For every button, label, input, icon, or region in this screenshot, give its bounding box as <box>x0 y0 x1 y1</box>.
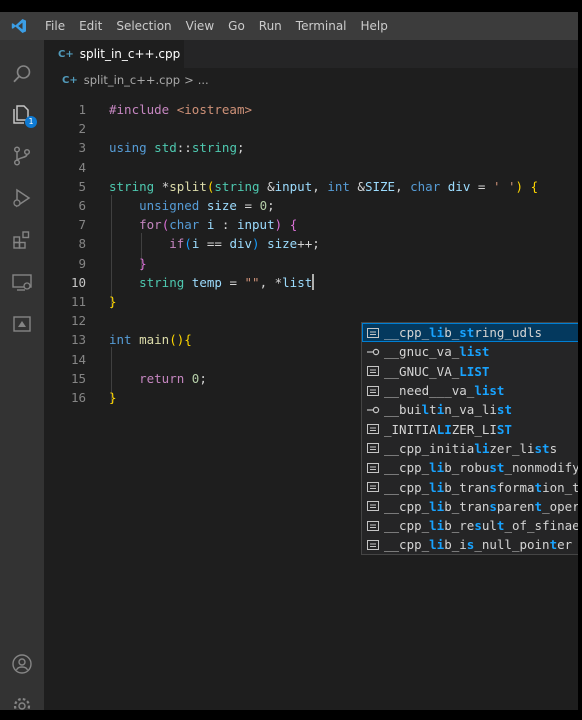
menu-run[interactable]: Run <box>252 12 289 40</box>
line-number: 12 <box>70 313 86 329</box>
activity-bar: 1 <box>0 40 44 710</box>
code-line[interactable]: #include <iostream> <box>109 100 252 119</box>
constant-icon <box>362 516 384 535</box>
constant-icon <box>362 323 384 342</box>
typedef-icon <box>362 342 384 361</box>
line-number: 7 <box>78 217 86 233</box>
suggestion-label: __cpp_lib_transparent_operators <box>384 498 578 514</box>
menu-help[interactable]: Help <box>354 12 395 40</box>
cpp-file-icon: C+ <box>58 48 74 60</box>
menu-terminal[interactable]: Terminal <box>289 12 354 40</box>
explorer-icon[interactable]: 1 <box>0 94 44 134</box>
editor-group: C+ split_in_c++.cpp C+ split_in_c++.cpp … <box>44 40 578 710</box>
suggestion-item[interactable]: __cpp_lib_transformation_trait_ <box>362 477 578 496</box>
suggestion-label: _INITIALIZER_LIST <box>384 421 512 437</box>
suggestion-item[interactable]: __cpp_lib_is_null_pointer <box>362 535 578 554</box>
typedef-icon <box>362 400 384 419</box>
testing-icon[interactable] <box>0 304 44 344</box>
line-number: 6 <box>78 198 86 213</box>
suggestion-label: __cpp_lib_robust_nonmodifying_s <box>384 460 578 476</box>
line-number: 2 <box>78 121 86 137</box>
line-number: 10 <box>70 274 86 290</box>
code-line[interactable]: using std::string; <box>109 138 245 157</box>
window-edge <box>578 12 582 710</box>
menu-edit[interactable]: Edit <box>72 12 109 40</box>
tab-split-in-cpp[interactable]: C+ split_in_c++.cpp <box>44 40 184 68</box>
constant-icon <box>362 535 384 554</box>
line-number: 5 <box>78 178 86 194</box>
tab-bar: C+ split_in_c++.cpp <box>44 40 578 68</box>
constant-icon <box>362 381 384 400</box>
suggestion-label: __need___va_list <box>384 383 505 399</box>
suggestion-item[interactable]: __cpp_initializer_lists <box>362 439 578 458</box>
explorer-badge: 1 <box>25 116 37 128</box>
search-icon[interactable] <box>0 54 44 94</box>
menu-go[interactable]: Go <box>221 12 252 40</box>
code-line[interactable]: unsigned size = 0; <box>109 196 275 215</box>
suggestion-item[interactable]: __cpp_lib_robust_nonmodifying_s <box>362 458 578 477</box>
suggestion-item[interactable]: __cpp_lib_string_udls <box>362 323 578 343</box>
constant-icon <box>362 478 384 497</box>
suggestion-label: __GNUC_VA_LIST <box>384 363 490 379</box>
breadcrumb-separator: > <box>184 73 194 87</box>
line-number: 8 <box>78 236 86 252</box>
constant-icon <box>362 420 384 439</box>
suggestion-item[interactable]: __gnuc_va_list <box>362 342 578 361</box>
text-cursor <box>312 273 314 290</box>
suggestion-item[interactable]: __builtin_va_list <box>362 400 578 419</box>
suggestion-item[interactable]: __need___va_list <box>362 381 578 400</box>
menu-file[interactable]: File <box>38 12 72 40</box>
suggestion-label: __cpp_lib_is_null_pointer <box>384 537 573 553</box>
vscode-window: File Edit Selection View Go Run Terminal… <box>0 12 578 710</box>
code-line[interactable]: if(i == div) size++; <box>109 234 320 253</box>
suggestion-label: __gnuc_va_list <box>384 344 490 360</box>
tab-label: split_in_c++.cpp <box>79 47 181 61</box>
constant-icon <box>362 362 384 381</box>
suggestion-item[interactable]: __cpp_lib_transparent_operators <box>362 497 578 516</box>
suggestion-item[interactable]: __GNUC_VA_LIST <box>362 362 578 381</box>
settings-gear-icon[interactable] <box>0 686 44 710</box>
code-line[interactable]: string temp = "", *list <box>109 273 314 292</box>
code-line[interactable]: string *split(string &input, int &SIZE, … <box>109 177 538 196</box>
code-line[interactable]: return 0; <box>109 369 207 388</box>
constant-icon <box>362 497 384 516</box>
code-line[interactable]: } <box>109 292 117 311</box>
line-number: 16 <box>70 390 86 405</box>
line-number: 11 <box>70 294 86 309</box>
menu-selection[interactable]: Selection <box>109 12 178 40</box>
breadcrumb-file[interactable]: split_in_c++.cpp <box>84 73 180 87</box>
suggestion-label: __cpp_lib_result_of_sfinae <box>384 518 578 534</box>
suggestion-item[interactable]: _INITIALIZER_LIST <box>362 420 578 439</box>
constant-icon <box>362 439 384 458</box>
source-control-icon[interactable] <box>0 136 44 176</box>
line-number: 14 <box>70 351 86 367</box>
suggestion-label: __builtin_va_list <box>384 402 512 418</box>
cpp-file-icon: C+ <box>62 74 78 86</box>
suggestion-label: __cpp_initializer_lists <box>384 440 558 456</box>
line-number: 13 <box>70 332 86 348</box>
breadcrumb: C+ split_in_c++.cpp > ... <box>62 70 209 90</box>
breadcrumb-more[interactable]: ... <box>198 73 209 87</box>
suggestion-label: __cpp_lib_string_udls <box>384 325 543 341</box>
account-icon[interactable] <box>0 644 44 684</box>
code-line[interactable]: } <box>109 388 117 407</box>
constant-icon <box>362 458 384 477</box>
suggestion-label: __cpp_lib_transformation_trait_ <box>384 479 578 495</box>
code-line[interactable]: for(char i : input) { <box>109 215 297 234</box>
run-debug-icon[interactable] <box>0 178 44 218</box>
code-line[interactable]: int main(){ <box>109 330 192 349</box>
menu-bar: File Edit Selection View Go Run Terminal… <box>0 12 578 40</box>
line-number: 1 <box>78 102 86 117</box>
suggestion-item[interactable]: __cpp_lib_result_of_sfinae <box>362 516 578 535</box>
line-number: 4 <box>78 159 86 175</box>
code-line[interactable]: } <box>109 254 147 273</box>
remote-explorer-icon[interactable] <box>0 262 44 302</box>
line-number: 15 <box>70 370 86 386</box>
menu-view[interactable]: View <box>179 12 221 40</box>
vscode-logo-icon <box>0 12 38 40</box>
line-number: 3 <box>78 140 86 156</box>
extensions-icon[interactable] <box>0 220 44 260</box>
line-number: 9 <box>78 255 86 271</box>
suggest-widget: __cpp_lib_string_udls __gnuc_va_list __GNU… <box>361 322 578 555</box>
